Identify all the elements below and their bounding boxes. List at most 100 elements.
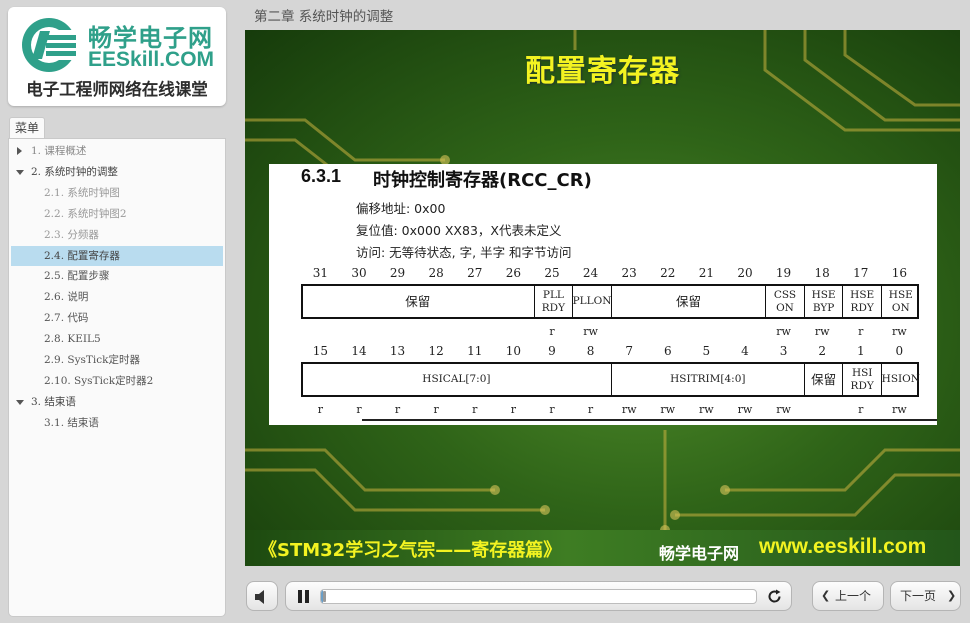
register-field: 保留 xyxy=(405,294,431,309)
register-field-label: HSE RDY xyxy=(850,288,875,314)
reload-icon[interactable] xyxy=(766,588,783,605)
register-field: PLL RDY xyxy=(533,286,573,317)
bit-number: 5 xyxy=(702,344,711,358)
footer-brand: 畅学电子网 xyxy=(659,544,740,563)
access-type: r xyxy=(549,325,555,338)
bit-number: 20 xyxy=(737,266,753,280)
pause-icon[interactable] xyxy=(298,590,310,603)
bit-number: 6 xyxy=(663,344,672,358)
logo: 畅学电子网 EESkill.COM 电子工程师网络在线课堂 xyxy=(8,7,226,106)
menu-item[interactable]: 2.6. 说明 xyxy=(11,287,223,307)
progress-track[interactable] xyxy=(320,589,757,604)
progress-thumb[interactable] xyxy=(323,591,326,602)
caret-down-icon[interactable] xyxy=(16,399,24,405)
access-type: r xyxy=(858,403,864,416)
menu-item-label: 2.2. 系统时钟图2 xyxy=(44,207,127,220)
menu-item-label: 2.4. 配置寄存器 xyxy=(44,249,120,262)
reset-line: 复位值: 0x000 XX83，X代表未定义 xyxy=(356,223,562,238)
next-button[interactable]: 下一页 ❯ xyxy=(890,581,961,611)
register-row: HSICAL[7:0] HSITRIM[4:0] 保留 HSI RDY HSION xyxy=(301,362,920,397)
menu-item[interactable]: 3. 结束语 xyxy=(11,392,223,412)
access-type: rw xyxy=(621,403,637,416)
chevron-right-icon: ❯ xyxy=(947,589,957,602)
next-label: 下一页 xyxy=(900,589,937,603)
register-field: HSICAL[7:0] xyxy=(422,373,491,385)
bit-number: 22 xyxy=(660,266,676,280)
bit-number: 7 xyxy=(625,344,633,358)
register-field-label: CSS ON xyxy=(773,288,797,314)
menu-item[interactable]: 2.9. SysTick定时器 xyxy=(11,350,223,370)
bit-number: 21 xyxy=(698,266,715,280)
register-field: HSE RDY xyxy=(842,286,881,317)
slide-content: 配置寄存器 6.3.1 时钟控制寄存器(RCC_CR) 偏移地址: 0x00 复… xyxy=(245,30,960,566)
register-doc: 6.3.1 时钟控制寄存器(RCC_CR) 偏移地址: 0x00 复位值: 0x… xyxy=(269,164,937,425)
access-type: rw xyxy=(660,403,676,416)
bit-number: 1 xyxy=(856,344,865,358)
caret-down-icon[interactable] xyxy=(16,169,24,175)
bit-number: 25 xyxy=(544,266,560,280)
menu-item[interactable]: 2.1. 系统时钟图 xyxy=(11,183,223,203)
register-field: CSS ON xyxy=(765,286,804,317)
bit-number: 13 xyxy=(389,344,406,358)
speaker-icon xyxy=(255,590,264,604)
menu-item[interactable]: 2.4. 配置寄存器 xyxy=(11,245,223,266)
menu-item-label: 2.8. KEIL5 xyxy=(44,333,101,346)
logo-tagline: 电子工程师网络在线课堂 xyxy=(26,80,208,99)
caret-right-icon[interactable] xyxy=(17,147,22,155)
bit-number: 14 xyxy=(351,344,367,358)
bit-number: 29 xyxy=(389,266,406,280)
bit-number: 19 xyxy=(775,266,792,280)
bit-number: 24 xyxy=(582,266,599,280)
previous-label: 上一个 xyxy=(835,589,872,603)
register-field-label: HSI RDY xyxy=(850,366,874,392)
bit-number: 23 xyxy=(621,266,637,280)
menu-item[interactable]: 3.1. 结束语 xyxy=(11,413,223,433)
eeskill-logo-icon xyxy=(22,18,82,72)
menu-item-label: 2.5. 配置步骤 xyxy=(44,270,110,283)
menu-item[interactable]: 1. 课程概述 xyxy=(11,141,223,161)
bit-number: 9 xyxy=(548,344,556,358)
menu-item[interactable]: 2.2. 系统时钟图2 xyxy=(11,204,223,224)
menu-item-label: 2.3. 分频器 xyxy=(44,228,99,241)
course-name: 《STM32学习之气宗——寄存器篇》 xyxy=(259,540,562,561)
access-type: r xyxy=(356,403,362,416)
bit-number: 28 xyxy=(428,266,444,280)
menu-item[interactable]: 2.5. 配置步骤 xyxy=(11,266,223,286)
previous-button[interactable]: ❮ 上一个 xyxy=(812,581,884,611)
menu-item[interactable]: 2. 系统时钟的调整 xyxy=(11,162,223,182)
menu-item[interactable]: 2.3. 分频器 xyxy=(11,225,223,245)
bit-number: 4 xyxy=(741,344,749,358)
bit-number: 27 xyxy=(467,266,483,280)
register-field: HSI RDY xyxy=(842,364,881,395)
volume-button[interactable] xyxy=(246,581,278,611)
menu-item[interactable]: 2.8. KEIL5 xyxy=(11,329,223,349)
register-field-label: HSE BYP xyxy=(811,288,836,314)
register-row: 保留 PLL RDY PLLON 保留 CSS ON HSE BYP HSE RDY HSE … xyxy=(301,284,919,319)
access-type: rw xyxy=(892,325,907,338)
register-field: HSE BYP xyxy=(803,286,843,317)
access-type: r xyxy=(394,403,401,416)
section-number: 6.3.1 xyxy=(301,166,342,186)
access-type: rw xyxy=(699,403,714,416)
chapter-title: 第二章 系统时钟的调整 xyxy=(254,9,394,25)
register-field: PLLON xyxy=(572,286,611,317)
access-type: rw xyxy=(737,403,753,416)
playback-bar xyxy=(285,581,792,611)
register-field: HSITRIM[4:0] xyxy=(610,364,804,395)
menu-panel: 1. 课程概述 2. 系统时钟的调整 2.1. 系统时钟图 2.2. 系统时钟图2 2.… xyxy=(8,138,226,617)
register-field: HSE ON xyxy=(881,286,920,317)
access-type: r xyxy=(510,403,516,416)
menu-item[interactable]: 2.7. 代码 xyxy=(11,308,223,328)
access-type: r xyxy=(317,403,323,416)
bit-number: 0 xyxy=(895,344,904,358)
menu-item[interactable]: 2.10. SysTick定时器2 xyxy=(11,371,223,391)
menu-item-label: 1. 课程概述 xyxy=(31,145,87,157)
menu-item-label: 2.1. 系统时钟图 xyxy=(44,186,120,199)
menu-item-label: 2. 系统时钟的调整 xyxy=(31,165,118,178)
access-type: rw xyxy=(776,325,791,338)
access-type: rw xyxy=(892,403,907,416)
menu-tab[interactable]: 菜单 xyxy=(9,117,45,139)
bit-number: 11 xyxy=(467,344,483,358)
slide-title: 配置寄存器 xyxy=(525,54,680,89)
register-field: HSION xyxy=(881,364,920,395)
